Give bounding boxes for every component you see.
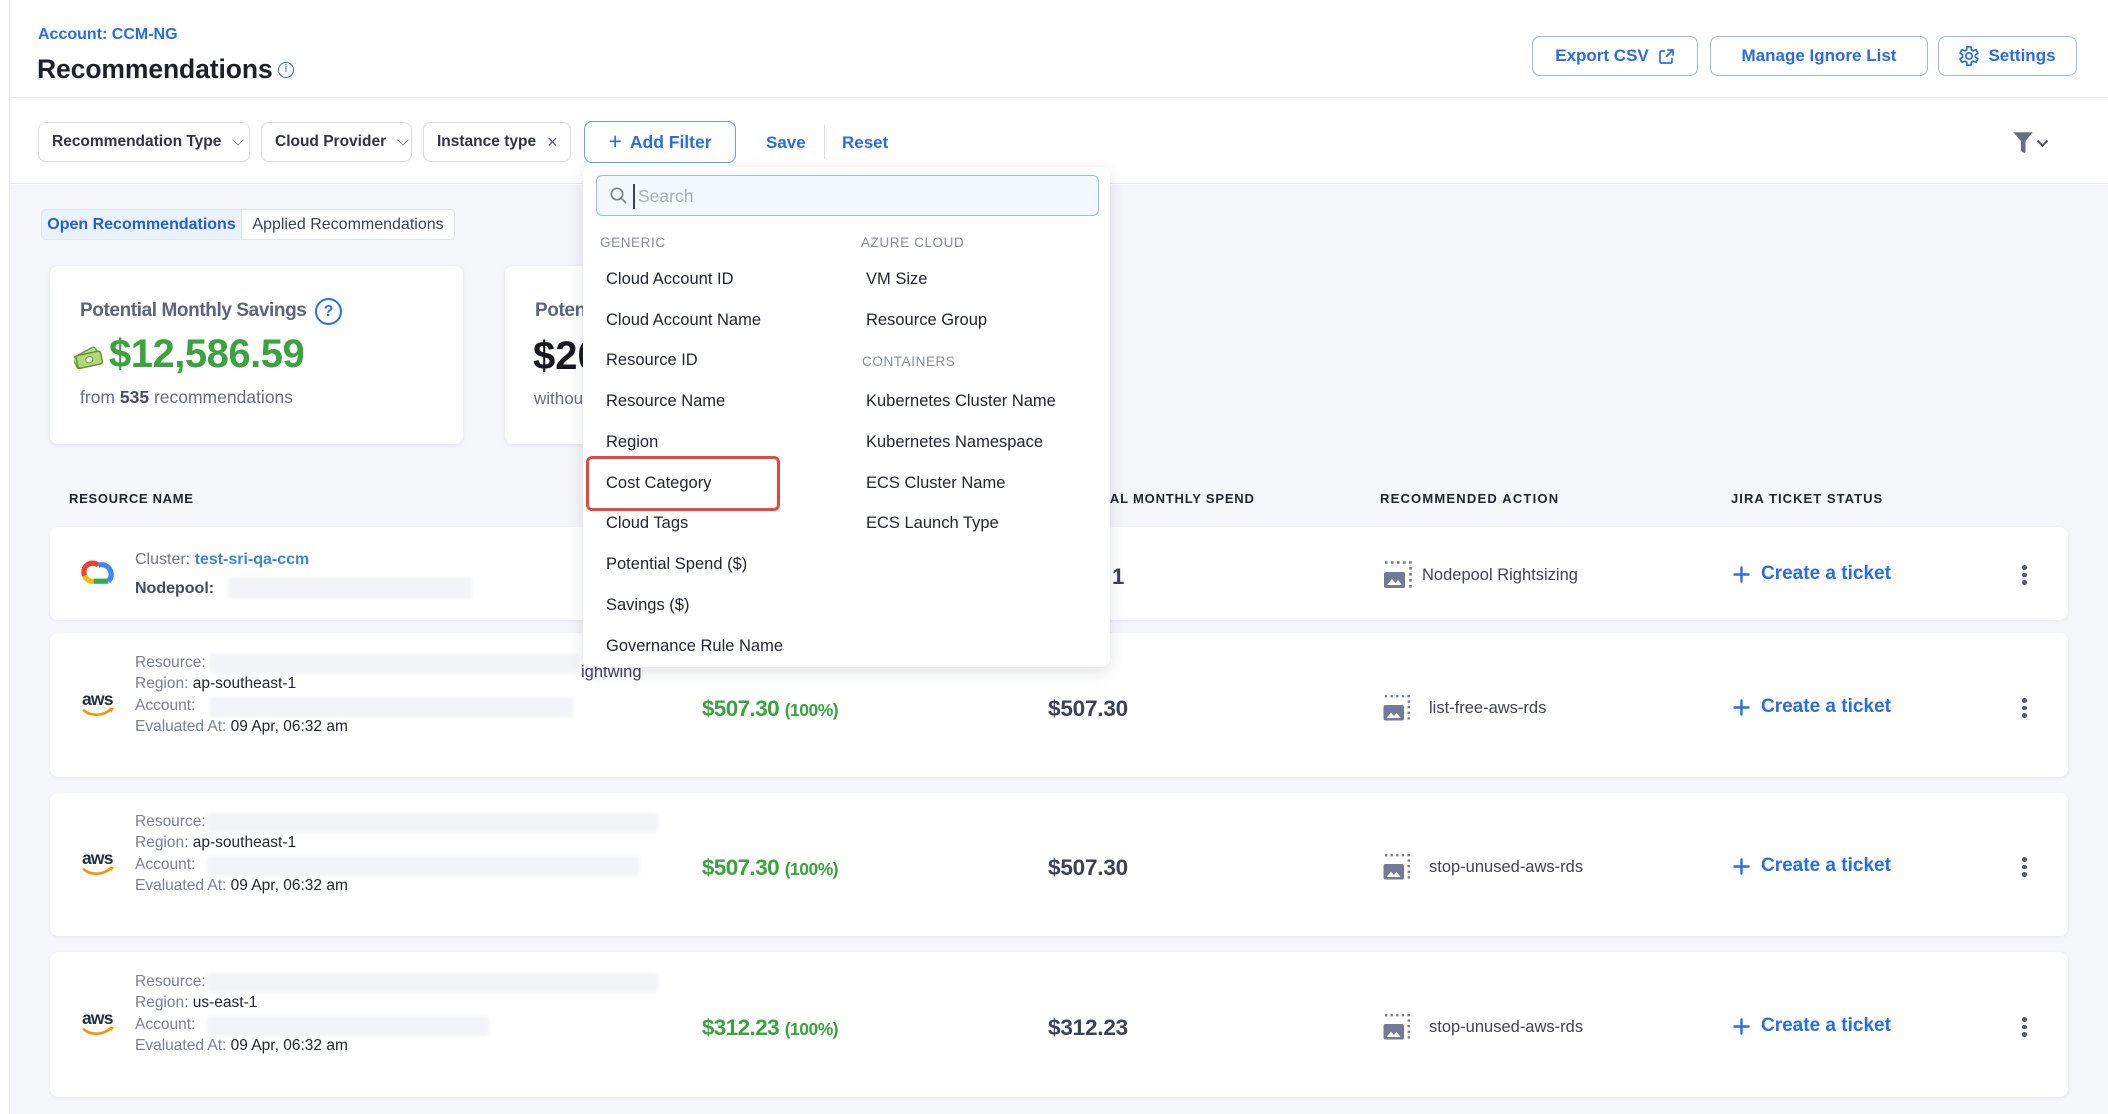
svg-text:aws: aws — [82, 1008, 114, 1028]
svg-text:aws: aws — [82, 689, 114, 709]
svg-text:aws: aws — [82, 848, 114, 868]
